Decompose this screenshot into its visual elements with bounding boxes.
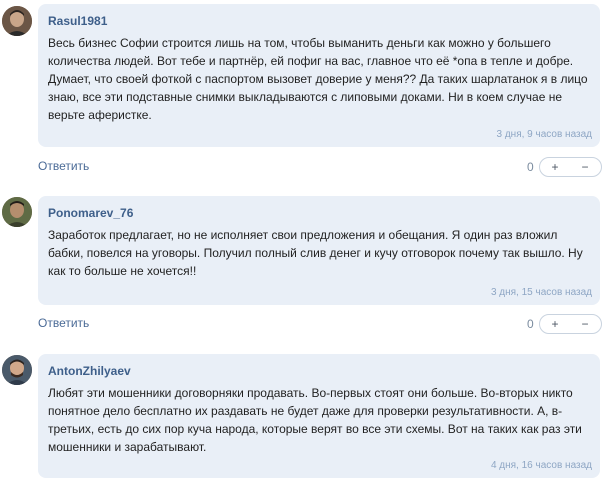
- vote-buttons: + −: [539, 157, 602, 177]
- comment-timestamp: 3 дня, 15 часов назад: [490, 287, 592, 298]
- comment-timestamp: 3 дня, 9 часов назад: [496, 129, 593, 140]
- vote-count: 0: [527, 160, 534, 174]
- downvote-button[interactable]: −: [570, 159, 600, 175]
- upvote-button[interactable]: +: [540, 159, 570, 175]
- comment-text: Заработок предлагает, но не исполняет св…: [48, 228, 583, 278]
- upvote-button[interactable]: +: [540, 316, 570, 332]
- avatar[interactable]: [2, 355, 32, 385]
- comment-author[interactable]: Rasul1981: [48, 14, 588, 28]
- comment-author[interactable]: AntonZhilyaev: [48, 364, 588, 378]
- comment-timestamp: 4 дня, 16 часов назад: [490, 460, 592, 471]
- comment-text: Весь бизнес Софии строится лишь на том, …: [48, 36, 588, 122]
- avatar[interactable]: [2, 6, 32, 36]
- reply-link[interactable]: Ответить: [38, 159, 89, 173]
- comment-bubble: Ponomarev_76 Заработок предлагает, но не…: [38, 196, 600, 305]
- vote-count: 0: [527, 317, 534, 331]
- comment-text: Любят эти мошенники договорняки продават…: [48, 386, 582, 454]
- comment-bubble: Rasul1981 Весь бизнес Софии строится лиш…: [38, 4, 600, 147]
- vote-buttons: + −: [539, 314, 602, 334]
- reply-link[interactable]: Ответить: [38, 316, 89, 330]
- avatar[interactable]: [2, 197, 32, 227]
- comment-author[interactable]: Ponomarev_76: [48, 206, 588, 220]
- downvote-button[interactable]: −: [570, 316, 600, 332]
- comment-bubble: AntonZhilyaev Любят эти мошенники догово…: [38, 354, 600, 478]
